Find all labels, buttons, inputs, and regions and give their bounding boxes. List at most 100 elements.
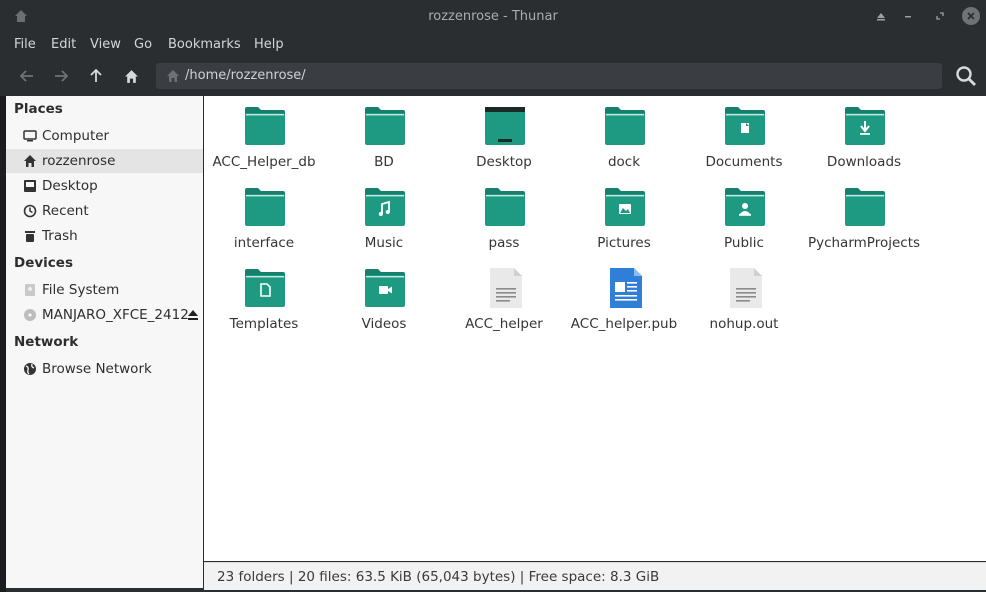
- file-item[interactable]: ACC_helper: [444, 260, 564, 338]
- arrow-left-icon: [20, 70, 33, 82]
- folder-icon: [484, 187, 526, 227]
- item-name: dock: [607, 154, 641, 170]
- sidebar-item-file-system[interactable]: File System: [6, 278, 203, 302]
- item-name: Templates: [229, 316, 299, 332]
- folder-item[interactable]: Downloads: [804, 98, 924, 176]
- sidebar-item-computer[interactable]: Computer: [6, 124, 203, 148]
- folder-icon: [364, 187, 406, 227]
- eject-icon[interactable]: [187, 308, 199, 322]
- item-name: pass: [488, 235, 520, 251]
- maximize-icon: [936, 12, 944, 20]
- folder-item[interactable]: dock: [564, 98, 684, 176]
- menu-help[interactable]: Help: [254, 37, 284, 52]
- folder-icon: [244, 187, 286, 227]
- search-icon: [956, 66, 976, 86]
- arrow-right-icon: [55, 70, 68, 82]
- sidebar-item-label: Desktop: [42, 178, 98, 194]
- sidebar-item-home[interactable]: rozzenrose: [6, 149, 203, 173]
- item-name: Documents: [705, 154, 783, 170]
- item-name: BD: [374, 154, 394, 170]
- globe-icon: [24, 363, 36, 375]
- arrow-up-icon: [90, 69, 102, 82]
- home-button[interactable]: [121, 66, 141, 86]
- item-name: ACC_Helper_db: [212, 154, 316, 170]
- folder-item[interactable]: BD: [324, 98, 444, 176]
- search-button[interactable]: [954, 64, 978, 88]
- folder-item[interactable]: Desktop: [444, 98, 564, 176]
- location-path[interactable]: /home/rozzenrose/: [185, 68, 306, 83]
- folder-icon: [244, 268, 286, 308]
- location-bar[interactable]: /home/rozzenrose/: [156, 63, 942, 89]
- sidebar-item-label: Recent: [42, 203, 89, 219]
- folder-icon: [724, 187, 766, 227]
- menu-go[interactable]: Go: [134, 37, 152, 52]
- up-button[interactable]: [86, 66, 106, 86]
- file-item[interactable]: nohup.out: [684, 260, 804, 338]
- item-name: nohup.out: [709, 316, 779, 332]
- network-heading: Network: [14, 334, 79, 350]
- folder-item[interactable]: interface: [204, 179, 324, 257]
- document-icon: [604, 268, 646, 308]
- folder-item[interactable]: Public: [684, 179, 804, 257]
- back-button[interactable]: [17, 66, 37, 86]
- folder-item[interactable]: Videos: [324, 260, 444, 338]
- close-button[interactable]: [962, 7, 980, 25]
- folder-item[interactable]: Templates: [204, 260, 324, 338]
- folder-icon: [604, 187, 646, 227]
- folder-icon: [604, 106, 646, 146]
- sidebar-item-browse-network[interactable]: Browse Network: [6, 357, 203, 381]
- icon-view[interactable]: ACC_Helper_db BD Desktop dock Documents Downl…: [204, 96, 986, 561]
- menu-bar: File Edit View Go Bookmarks Help: [0, 33, 986, 58]
- sidebar-item-label: File System: [42, 282, 120, 298]
- trash-icon: [25, 231, 35, 242]
- sidebar-item-manjaro-disc[interactable]: MANJARO_XFCE_2412: [6, 303, 203, 327]
- sidebar-item-label: MANJARO_XFCE_2412: [42, 307, 189, 323]
- minimize-button[interactable]: [900, 8, 916, 24]
- menu-bookmarks[interactable]: Bookmarks: [168, 37, 241, 52]
- sidebar-item-label: rozzenrose: [42, 153, 116, 169]
- file-item[interactable]: ACC_helper.pub: [564, 260, 684, 338]
- home-icon: [24, 155, 36, 167]
- folder-item[interactable]: PycharmProjects: [804, 179, 924, 257]
- window-title: rozzenrose - Thunar: [428, 9, 558, 24]
- sidebar-item-label: Browse Network: [42, 361, 152, 377]
- folder-icon: [844, 106, 886, 146]
- forward-button[interactable]: [51, 66, 71, 86]
- item-name: Downloads: [826, 154, 902, 170]
- item-name: Desktop: [476, 154, 532, 170]
- shade-icon: [877, 13, 885, 21]
- places-heading: Places: [14, 101, 63, 117]
- home-icon: [167, 70, 179, 82]
- sidebar-item-label: Computer: [42, 128, 110, 144]
- item-name: interface: [233, 235, 295, 251]
- desktop-icon: [24, 180, 36, 192]
- devices-heading: Devices: [14, 255, 73, 271]
- folder-item[interactable]: pass: [444, 179, 564, 257]
- maximize-button[interactable]: [932, 8, 948, 24]
- folder-icon: [844, 187, 886, 227]
- menu-edit[interactable]: Edit: [51, 37, 76, 52]
- item-name: Public: [724, 235, 764, 251]
- minimize-icon: [905, 16, 911, 18]
- disc-icon: [24, 309, 36, 321]
- item-name: PycharmProjects: [807, 235, 921, 251]
- folder-icon: [364, 106, 406, 146]
- item-name: Music: [364, 235, 404, 251]
- folder-icon: [724, 106, 766, 146]
- folder-item[interactable]: ACC_Helper_db: [204, 98, 324, 176]
- sidebar-item-desktop[interactable]: Desktop: [6, 174, 203, 198]
- sidebar-item-recent[interactable]: Recent: [6, 199, 203, 223]
- menu-view[interactable]: View: [90, 37, 121, 52]
- folder-item[interactable]: Music: [324, 179, 444, 257]
- home-icon: [124, 69, 138, 83]
- menu-file[interactable]: File: [14, 37, 36, 52]
- shade-button[interactable]: [873, 8, 889, 24]
- close-icon: [967, 12, 975, 20]
- clock-icon: [23, 204, 37, 218]
- computer-icon: [23, 130, 37, 142]
- title-bar[interactable]: rozzenrose - Thunar: [0, 0, 986, 33]
- item-name: ACC_helper.pub: [570, 316, 678, 332]
- sidebar-item-trash[interactable]: Trash: [6, 224, 203, 248]
- folder-item[interactable]: Pictures: [564, 179, 684, 257]
- folder-item[interactable]: Documents: [684, 98, 804, 176]
